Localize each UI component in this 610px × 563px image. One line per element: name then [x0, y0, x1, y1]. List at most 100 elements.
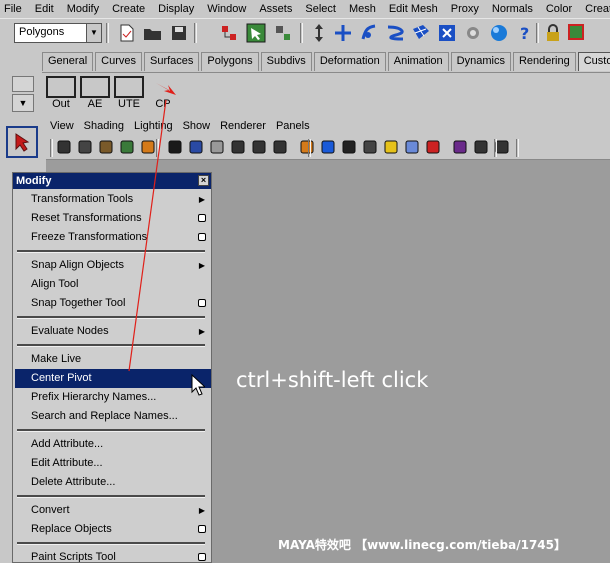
- menu-item-prefix-hierarchy-names[interactable]: Prefix Hierarchy Names...: [15, 388, 211, 407]
- menu-divider: [15, 247, 211, 256]
- menu-edit[interactable]: Edit: [35, 3, 54, 15]
- option-box-icon[interactable]: [198, 525, 206, 533]
- menu-file[interactable]: File: [4, 3, 22, 15]
- shadow-icon[interactable]: [383, 139, 401, 157]
- render-icon[interactable]: [462, 22, 484, 44]
- shelf-menu-chevron-icon[interactable]: ▼: [12, 94, 34, 112]
- select-by-object-icon[interactable]: [245, 22, 267, 44]
- panel-menu-renderer[interactable]: Renderer: [220, 120, 266, 132]
- xray-icon[interactable]: [404, 139, 422, 157]
- menu-item-evaluate-nodes[interactable]: Evaluate Nodes ▶: [15, 322, 211, 341]
- cube-dark-icon[interactable]: [341, 139, 359, 157]
- menu-window[interactable]: Window: [207, 3, 246, 15]
- shelf-tab-toggle[interactable]: [12, 76, 34, 92]
- menu-item-add-attribute[interactable]: Add Attribute...: [15, 435, 211, 454]
- tab-dynamics[interactable]: Dynamics: [450, 52, 511, 71]
- menu-item-freeze-transformations[interactable]: Freeze Transformations: [15, 228, 211, 247]
- tab-animation[interactable]: Animation: [387, 52, 449, 71]
- snap-plane-icon[interactable]: [410, 22, 432, 44]
- snap-view-icon[interactable]: [436, 22, 458, 44]
- menu-item-align-tool[interactable]: Align Tool: [15, 275, 211, 294]
- tab-surfaces[interactable]: Surfaces: [143, 52, 200, 71]
- menu-item-reset-transformations[interactable]: Reset Transformations: [15, 209, 211, 228]
- lock-icon[interactable]: [542, 22, 564, 44]
- open-scene-icon[interactable]: [142, 22, 164, 44]
- main-menubar: File Edit Modify Create Display Window Assets S…: [0, 0, 610, 18]
- option-box-icon[interactable]: [198, 233, 206, 241]
- select-by-component-icon[interactable]: [272, 22, 294, 44]
- chevron-down-icon[interactable]: ▼: [86, 24, 101, 42]
- xray-joints-icon[interactable]: [425, 139, 443, 157]
- menu-assets[interactable]: Assets: [259, 3, 292, 15]
- tab-curves[interactable]: Curves: [95, 52, 142, 71]
- menu-normals[interactable]: Normals: [492, 3, 533, 15]
- shelf-button-cp[interactable]: CP: [148, 76, 178, 110]
- snap-curve-icon[interactable]: [358, 22, 380, 44]
- menu-modify[interactable]: Modify: [67, 3, 99, 15]
- panel-menu-lighting[interactable]: Lighting: [134, 120, 173, 132]
- lighting-icon[interactable]: [362, 139, 380, 157]
- panel-menu-show[interactable]: Show: [183, 120, 211, 132]
- image-plane-icon[interactable]: [98, 139, 116, 157]
- menu-item-convert[interactable]: Convert ▶: [15, 501, 211, 520]
- two-d-pan-icon[interactable]: [119, 139, 137, 157]
- select-tool-button[interactable]: [6, 126, 38, 158]
- cube-blue-icon[interactable]: [320, 139, 338, 157]
- menu-item-search-and-replace-names[interactable]: Search and Replace Names...: [15, 407, 211, 426]
- menu-item-center-pivot[interactable]: Center Pivot: [15, 369, 211, 388]
- isolate-select-icon[interactable]: [272, 139, 290, 157]
- tab-polygons[interactable]: Polygons: [201, 52, 259, 71]
- panel-menu-shading[interactable]: Shading: [84, 120, 124, 132]
- menu-item-make-live[interactable]: Make Live: [15, 350, 211, 369]
- menu-item-transformation-tools[interactable]: Transformation Tools ▶: [15, 190, 211, 209]
- snap-grid-icon[interactable]: [332, 22, 354, 44]
- menu-item-snap-align-objects[interactable]: Snap Align Objects ▶: [15, 256, 211, 275]
- menu-proxy[interactable]: Proxy: [451, 3, 479, 15]
- smooth-shade-icon[interactable]: [167, 139, 185, 157]
- tab-general[interactable]: General: [42, 52, 94, 71]
- panel-menu-view[interactable]: View: [50, 120, 74, 132]
- option-box-icon[interactable]: [198, 214, 206, 222]
- menu-item-snap-together-tool[interactable]: Snap Together Tool: [15, 294, 211, 313]
- menu-mesh[interactable]: Mesh: [349, 3, 376, 15]
- menu-item-paint-scripts-tool[interactable]: Paint Scripts Tool: [15, 548, 211, 562]
- frame-selection-icon[interactable]: [452, 139, 470, 157]
- menu-item-edit-attribute[interactable]: Edit Attribute...: [15, 454, 211, 473]
- menu-create-uv[interactable]: Create UV: [585, 3, 610, 15]
- sphere-icon[interactable]: [488, 22, 510, 44]
- menu-select[interactable]: Select: [305, 3, 336, 15]
- move-icon[interactable]: [308, 22, 330, 44]
- menu-item-replace-objects[interactable]: Replace Objects: [15, 520, 211, 539]
- option-box-icon[interactable]: [198, 299, 206, 307]
- tab-deformation[interactable]: Deformation: [313, 52, 386, 71]
- select-by-hierarchy-icon[interactable]: [218, 22, 240, 44]
- separator: [194, 23, 197, 43]
- menu-item-delete-attribute[interactable]: Delete Attribute...: [15, 473, 211, 492]
- panel-menu-panels[interactable]: Panels: [276, 120, 310, 132]
- tab-rendering[interactable]: Rendering: [512, 52, 576, 71]
- close-icon[interactable]: ×: [198, 175, 209, 186]
- tab-subdivs[interactable]: Subdivs: [260, 52, 312, 71]
- snap-point-icon[interactable]: [384, 22, 406, 44]
- tab-custom[interactable]: Custom: [577, 52, 610, 71]
- menu-display[interactable]: Display: [158, 3, 194, 15]
- menu-color[interactable]: Color: [546, 3, 572, 15]
- shelf-button-out[interactable]: Out: [46, 76, 76, 110]
- help-icon[interactable]: ?: [514, 22, 536, 44]
- option-box-icon[interactable]: [198, 553, 206, 561]
- menu-create[interactable]: Create: [112, 3, 145, 15]
- grid-icon[interactable]: [209, 139, 227, 157]
- texture-icon[interactable]: [188, 139, 206, 157]
- menu-edit-mesh[interactable]: Edit Mesh: [389, 3, 438, 15]
- bookmark-icon[interactable]: [77, 139, 95, 157]
- shelf-button-ute[interactable]: UTE: [114, 76, 144, 110]
- save-scene-icon[interactable]: [168, 22, 190, 44]
- camera-attr-icon[interactable]: [473, 139, 491, 157]
- camera-icon[interactable]: [56, 139, 74, 157]
- shelf-button-ae[interactable]: AE: [80, 76, 110, 110]
- selection-lock-icon[interactable]: [566, 22, 588, 44]
- new-scene-icon[interactable]: [116, 22, 138, 44]
- menu-set-selector[interactable]: Polygons ▼: [14, 23, 102, 43]
- resolution-gate-icon[interactable]: [230, 139, 248, 157]
- field-chart-icon[interactable]: [251, 139, 269, 157]
